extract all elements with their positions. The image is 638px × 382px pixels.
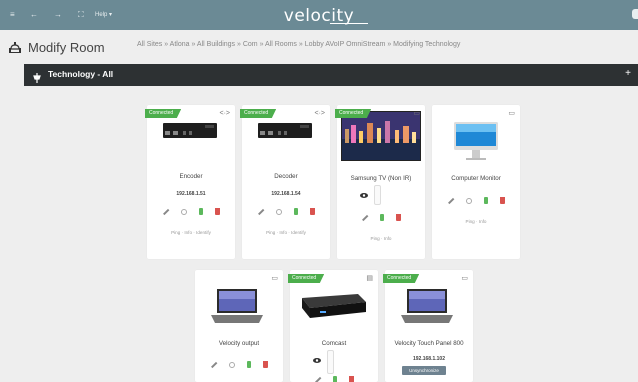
technology-section-header[interactable]: Technology - All + xyxy=(24,64,638,86)
device-name: Computer Monitor xyxy=(451,175,501,182)
refresh-icon[interactable] xyxy=(229,362,236,368)
device-name: Velocity output xyxy=(218,340,260,347)
device-links[interactable]: Ping · Info · Identify xyxy=(147,230,235,235)
battery-icon[interactable] xyxy=(294,208,299,215)
page-header: Modify Room xyxy=(8,36,105,58)
section-title: Technology - All xyxy=(48,69,114,79)
device-links[interactable]: Ping · Info xyxy=(432,219,520,224)
refresh-icon[interactable] xyxy=(181,209,188,215)
edit-icon[interactable] xyxy=(312,375,323,382)
laptop-image xyxy=(211,289,263,323)
decoder-device-image xyxy=(258,123,312,138)
battery-icon[interactable] xyxy=(484,197,489,204)
samsung-tv-image xyxy=(341,111,421,161)
device-name: Decoder xyxy=(274,173,298,180)
battery-icon[interactable] xyxy=(199,208,204,215)
card-actions xyxy=(290,376,378,382)
laptop-icon[interactable]: ▭ xyxy=(271,275,278,283)
encoder-device-image xyxy=(163,123,217,138)
trash-icon[interactable] xyxy=(310,208,315,215)
card-actions xyxy=(432,197,520,205)
connected-badge: Connected xyxy=(383,274,420,283)
edit-icon[interactable] xyxy=(255,207,266,218)
trash-icon[interactable] xyxy=(500,197,505,204)
device-name: Velocity Touch Panel 800 xyxy=(394,340,464,347)
trash-icon[interactable] xyxy=(215,208,220,215)
monitor-icon[interactable]: ▭ xyxy=(508,110,515,118)
page-title: Modify Room xyxy=(28,39,105,55)
card-actions xyxy=(147,208,235,216)
device-card-decoder[interactable]: Connected <·> Decoder 192.168.1.54 Ping … xyxy=(240,105,330,259)
edit-icon[interactable] xyxy=(359,213,370,224)
edit-icon[interactable] xyxy=(445,196,456,207)
edit-icon[interactable] xyxy=(160,207,171,218)
user-menu-icon[interactable] xyxy=(632,9,638,19)
device-card-comcast[interactable]: Connected ▤ Comcast xyxy=(288,270,378,382)
room-icon xyxy=(8,41,22,53)
device-name: Encoder xyxy=(179,173,203,180)
connected-badge: Connected xyxy=(335,109,372,118)
connected-badge: Connected xyxy=(288,274,325,283)
device-card-velocity-output[interactable]: ▭ Velocity output xyxy=(195,270,283,382)
refresh-icon[interactable] xyxy=(466,198,473,204)
edit-icon[interactable] xyxy=(208,360,219,371)
cable-box-image xyxy=(302,294,366,318)
card-actions xyxy=(337,214,425,222)
visibility-icon[interactable] xyxy=(313,358,321,363)
device-ip: 192.168.1.102 xyxy=(413,356,445,362)
add-technology-button[interactable]: + xyxy=(625,68,631,79)
trash-icon[interactable] xyxy=(349,376,354,382)
trash-icon[interactable] xyxy=(396,214,401,221)
device-links[interactable]: Ping · Info xyxy=(337,236,425,241)
top-navigation-bar: ≡ ← → ⛶ Help ▾ velocity xyxy=(0,0,638,30)
connected-badge: Connected xyxy=(240,109,277,118)
ir-remote-icon xyxy=(327,350,334,374)
breadcrumb[interactable]: All Sites » Atlona » All Buildings » Com… xyxy=(137,41,460,48)
device-name: Samsung TV (Non IR) xyxy=(350,175,412,182)
device-card-computer-monitor[interactable]: ▭ Computer Monitor Ping · Info xyxy=(432,105,520,259)
battery-icon[interactable] xyxy=(380,214,385,221)
computer-monitor-image xyxy=(454,122,498,160)
device-card-touch-panel[interactable]: Connected ▭ Velocity Touch Panel 800 192… xyxy=(383,270,473,382)
visibility-icon[interactable] xyxy=(360,193,368,198)
device-ip: 192.168.1.54 xyxy=(271,191,301,197)
trash-icon[interactable] xyxy=(263,361,268,368)
card-actions xyxy=(195,361,283,369)
monitor-icon[interactable]: ▭ xyxy=(413,110,420,118)
touch-panel-image xyxy=(401,289,453,323)
device-name: Comcast xyxy=(321,340,347,347)
code-icon[interactable]: <·> xyxy=(219,110,230,118)
technology-icon xyxy=(33,70,41,83)
battery-icon[interactable] xyxy=(333,376,338,382)
refresh-icon[interactable] xyxy=(276,209,283,215)
ir-remote-icon xyxy=(374,185,381,205)
battery-icon[interactable] xyxy=(247,361,252,368)
monitor-icon[interactable]: ▭ xyxy=(461,275,468,283)
media-box-icon[interactable]: ▤ xyxy=(366,275,373,283)
velocity-logo: velocity xyxy=(283,6,355,26)
device-ip: 192.168.1.51 xyxy=(176,191,206,197)
code-icon[interactable]: <·> xyxy=(314,110,325,118)
device-links[interactable]: Ping · Info · Identify xyxy=(242,230,330,235)
device-card-samsung-tv[interactable]: Connected ▭ Samsung TV (Non IR) Ping · I… xyxy=(335,105,425,259)
device-card-encoder[interactable]: Connected <·> Encoder 192.168.1.51 Ping … xyxy=(145,105,235,259)
card-actions xyxy=(242,208,330,216)
logo-underline xyxy=(330,23,368,24)
unsynchronize-button[interactable]: Unsynchronize xyxy=(402,366,446,375)
connected-badge: Connected xyxy=(145,109,182,118)
